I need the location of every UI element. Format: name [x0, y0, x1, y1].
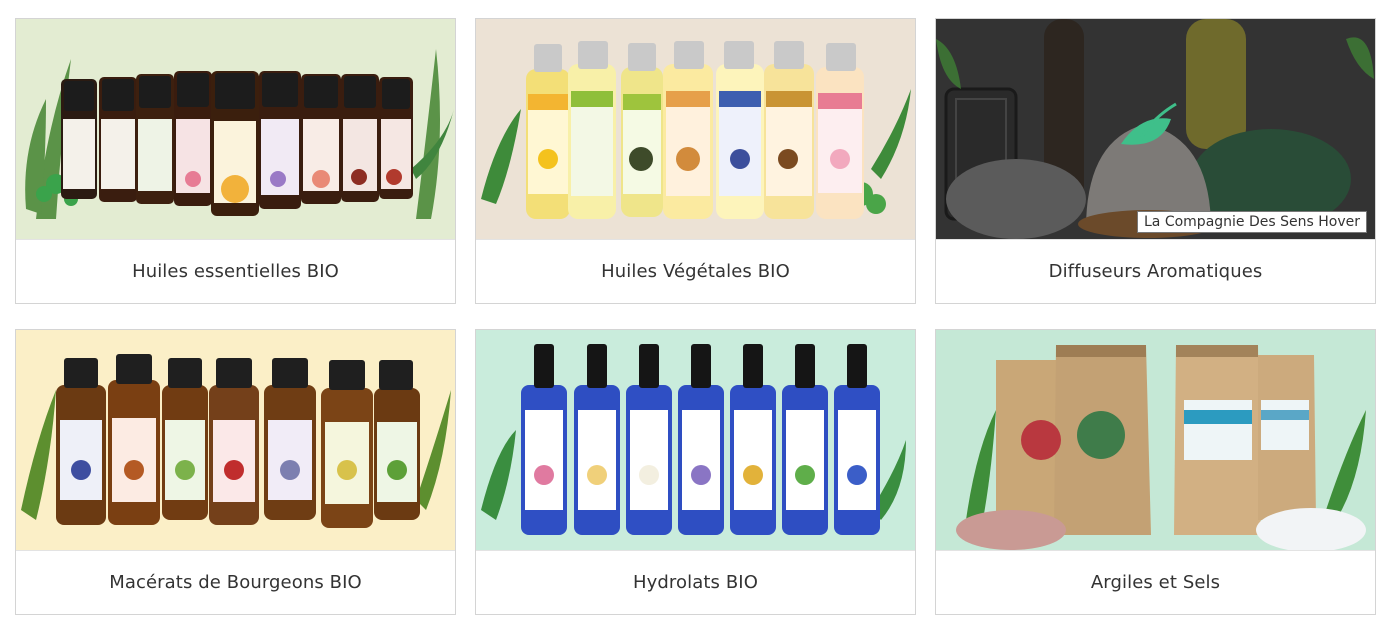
- category-card-huiles-vegetales[interactable]: Huiles Végétales BIO: [475, 18, 916, 304]
- category-title[interactable]: Argiles et Sels: [936, 550, 1375, 614]
- category-image: [16, 19, 455, 239]
- category-image: La Compagnie Des Sens Hover: [936, 19, 1375, 239]
- category-title[interactable]: Huiles essentielles BIO: [16, 239, 455, 303]
- category-card-argiles-sels[interactable]: Argiles et Sels: [935, 329, 1376, 615]
- category-card-huiles-essentielles[interactable]: Huiles essentielles BIO: [15, 18, 456, 304]
- category-card-hydrolats[interactable]: Hydrolats BIO: [475, 329, 916, 615]
- category-title[interactable]: Diffuseurs Aromatiques: [936, 239, 1375, 303]
- category-title[interactable]: Huiles Végétales BIO: [476, 239, 915, 303]
- category-image: [936, 330, 1375, 550]
- category-title[interactable]: Hydrolats BIO: [476, 550, 915, 614]
- category-card-macerats[interactable]: Macérats de Bourgeons BIO: [15, 329, 456, 615]
- category-image: [476, 330, 915, 550]
- category-card-diffuseurs[interactable]: La Compagnie Des Sens Hover Diffuseurs A…: [935, 18, 1376, 304]
- category-image: [16, 330, 455, 550]
- hover-tooltip: La Compagnie Des Sens Hover: [1137, 211, 1367, 233]
- category-title[interactable]: Macérats de Bourgeons BIO: [16, 550, 455, 614]
- category-image: [476, 19, 915, 239]
